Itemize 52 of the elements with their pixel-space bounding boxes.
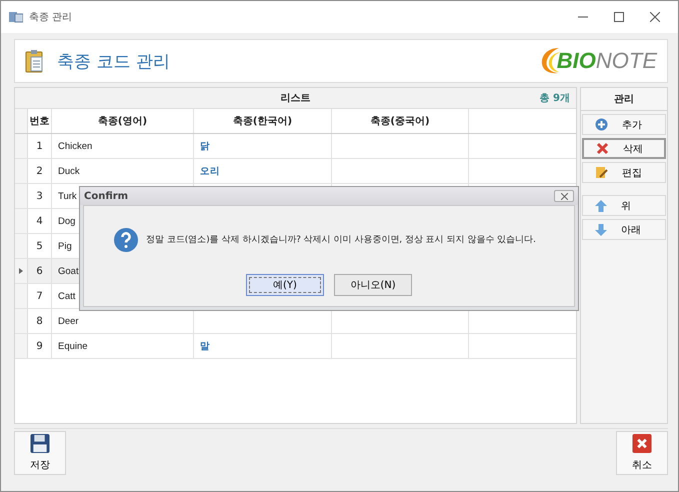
down-button[interactable]: 아래 bbox=[582, 219, 666, 240]
table-cell: 말 bbox=[194, 334, 332, 358]
logo: BIONOTE bbox=[538, 46, 657, 76]
cancel-button[interactable]: 취소 bbox=[616, 431, 668, 475]
table-row[interactable]: 1 Chicken 닭 bbox=[15, 134, 576, 159]
row-header[interactable] bbox=[15, 259, 28, 283]
cancel-icon bbox=[632, 434, 652, 453]
close-icon[interactable] bbox=[650, 12, 660, 22]
table-cell: 8 bbox=[28, 309, 52, 333]
table-cell: 닭 bbox=[194, 134, 332, 158]
table-cell: Chicken bbox=[52, 134, 194, 158]
dialog-title: Confirm bbox=[84, 190, 128, 202]
app-icon bbox=[9, 11, 23, 23]
column-header[interactable]: 축종(영어) bbox=[52, 109, 194, 133]
plus-icon bbox=[595, 118, 608, 131]
column-header[interactable]: 번호 bbox=[28, 109, 52, 133]
row-pointer-icon bbox=[19, 268, 23, 274]
down-arrow-icon bbox=[595, 224, 607, 236]
window-title: 축종 관리 bbox=[29, 11, 72, 24]
table-cell: 6 bbox=[28, 259, 52, 283]
maximize-icon[interactable] bbox=[614, 12, 624, 22]
page-title: 축종 코드 관리 bbox=[57, 50, 170, 72]
table-cell: 2 bbox=[28, 159, 52, 183]
save-button[interactable]: 저장 bbox=[14, 431, 66, 475]
yes-button[interactable]: 예(Y) bbox=[246, 274, 324, 296]
up-arrow-icon bbox=[595, 200, 607, 212]
close-icon bbox=[560, 192, 568, 200]
no-button[interactable]: 아니오(N) bbox=[334, 274, 412, 296]
up-button[interactable]: 위 bbox=[582, 195, 666, 216]
table-cell: 9 bbox=[28, 334, 52, 358]
close-button[interactable] bbox=[554, 190, 574, 202]
question-icon bbox=[114, 228, 138, 252]
table-cell: 4 bbox=[28, 209, 52, 233]
cross-icon bbox=[596, 142, 609, 155]
table-cell: 7 bbox=[28, 284, 52, 308]
column-header[interactable]: 축종(중국어) bbox=[332, 109, 469, 133]
row-count: 총 9개 bbox=[540, 92, 570, 105]
table-cell: 3 bbox=[28, 184, 52, 208]
add-button[interactable]: 추가 bbox=[582, 114, 666, 135]
pencil-note-icon bbox=[595, 166, 608, 179]
table-cell: 5 bbox=[28, 234, 52, 258]
table-cell: 1 bbox=[28, 134, 52, 158]
list-title: 리스트 bbox=[280, 92, 310, 105]
table-row[interactable]: 9 Equine 말 bbox=[15, 334, 576, 359]
table-cell: Equine bbox=[52, 334, 194, 358]
edit-button[interactable]: 편집 bbox=[582, 162, 666, 183]
clipboard-icon bbox=[25, 49, 45, 73]
delete-button[interactable]: 삭제 bbox=[582, 138, 666, 159]
table-row[interactable]: 2 Duck 오리 bbox=[15, 159, 576, 184]
column-header[interactable]: 축종(한국어) bbox=[194, 109, 332, 133]
table-cell: Duck bbox=[52, 159, 194, 183]
table-cell: 오리 bbox=[194, 159, 332, 183]
